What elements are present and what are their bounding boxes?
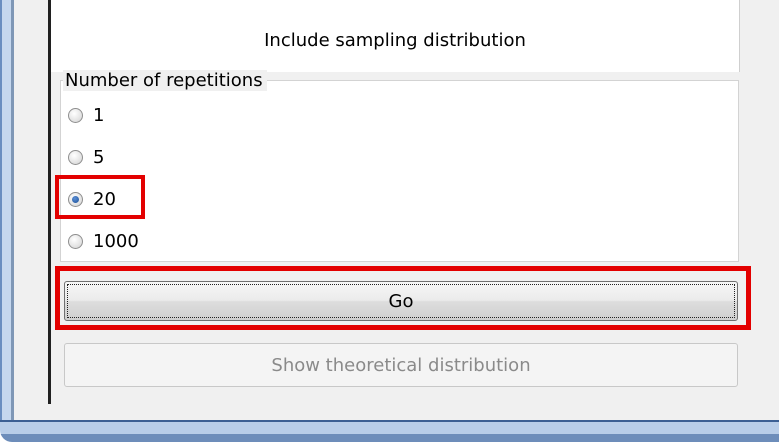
tab-title: Include sampling distribution [264, 30, 526, 51]
radio-button-5[interactable] [68, 149, 83, 165]
radio-label-1000: 1000 [93, 230, 139, 252]
sampling-tab-header[interactable]: Include sampling distribution [51, 0, 740, 72]
window-bottom-border [0, 420, 779, 442]
highlight-box-go [55, 266, 751, 330]
radio-option-1000[interactable]: 1000 [68, 228, 139, 254]
radio-button-1000[interactable] [68, 233, 83, 249]
radio-button-1[interactable] [68, 107, 83, 123]
window-left-border [0, 0, 14, 428]
radio-option-5[interactable]: 5 [68, 144, 104, 170]
radio-label-5: 5 [93, 146, 105, 168]
repetitions-group [60, 80, 739, 262]
show-theoretical-distribution-button: Show theoretical distribution [64, 343, 738, 387]
highlight-box-20 [55, 175, 145, 219]
repetitions-legend: Number of repetitions [63, 70, 267, 91]
radio-label-1: 1 [93, 104, 105, 126]
radio-option-1[interactable]: 1 [68, 102, 104, 128]
app-window: Include sampling distribution Number of … [0, 0, 779, 442]
